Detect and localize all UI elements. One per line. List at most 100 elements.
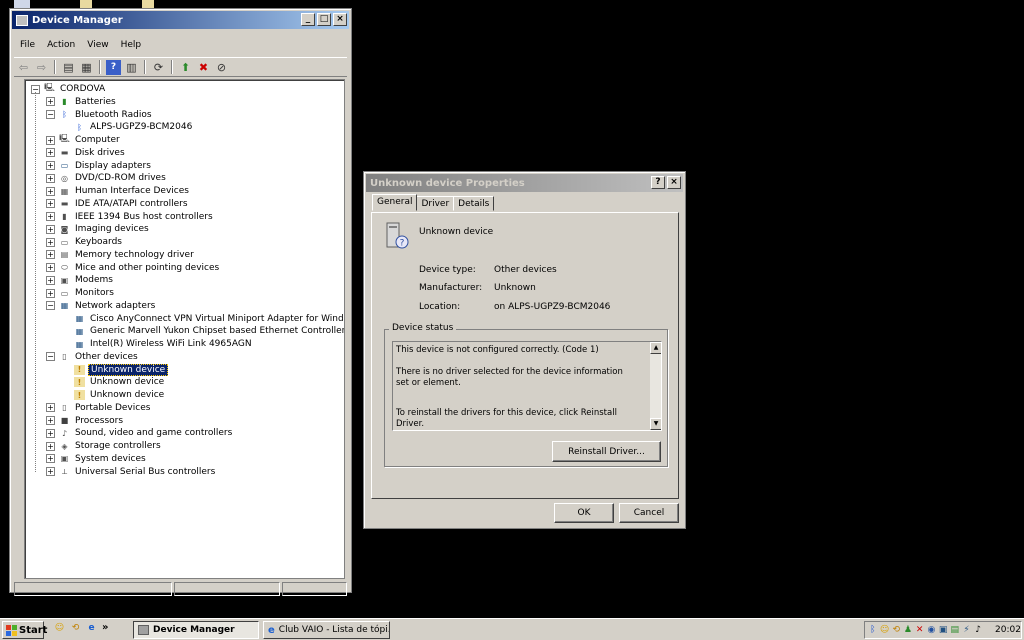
expand-icon[interactable]: + [46,148,55,158]
back-icon[interactable]: ⇦ [16,60,31,75]
quick-launch-more[interactable]: » [102,622,108,633]
tree-item[interactable]: + ⬭ Mice and other pointing devices [46,262,221,274]
device-manager-titlebar[interactable]: Device Manager _ □ × [12,11,349,29]
tab-details[interactable]: Details [453,196,495,211]
sync-icon[interactable]: ⟲ [70,622,81,633]
safely-remove-icon[interactable]: ▤ [950,625,960,636]
tree-item[interactable]: + ◙ Imaging devices [46,223,151,235]
tab-general[interactable]: General [372,194,418,211]
tree-item[interactable]: + 🖳 Computer [46,134,122,146]
expand-icon[interactable]: + [46,135,55,145]
expand-icon[interactable]: + [46,237,55,247]
tree-item[interactable]: + ▯ Portable Devices [46,402,152,414]
maximize-button[interactable]: □ [317,13,331,26]
view-icon[interactable]: ▥ [124,60,139,75]
tree-item[interactable]: + ▣ Modems [46,274,115,286]
expand-icon[interactable]: + [46,428,55,438]
collapse-icon[interactable]: − [46,301,55,311]
tree-item[interactable]: + ▭ Monitors [46,287,116,299]
expand-icon[interactable]: + [46,416,55,425]
status-scrollbar[interactable]: ▲ ▼ [649,342,661,430]
properties-icon[interactable]: ▦ [79,60,94,75]
menu-file[interactable]: File [14,39,41,51]
scan-icon[interactable]: ⟳ [151,60,166,75]
expand-icon[interactable]: + [46,288,55,298]
power-icon[interactable]: ⚡ [962,625,972,636]
clock[interactable]: 20:02 [995,625,1021,635]
tree-item[interactable]: + ▮ IEEE 1394 Bus host controllers [46,211,215,223]
tree-item[interactable]: ▦ Cisco AnyConnect VPN Virtual Miniport A… [61,313,344,325]
tree-item[interactable]: ᛒ ALPS-UGPZ9-BCM2046 [61,121,194,133]
start-button[interactable]: Start [2,621,47,639]
update-driver-icon[interactable]: ⬆ [178,60,193,75]
desktop-icon[interactable] [142,0,154,8]
internet-explorer-icon[interactable]: e [86,622,97,633]
tree-item[interactable]: + ▭ Keyboards [46,236,124,248]
tab-driver[interactable]: Driver [416,196,455,211]
device-status-text[interactable]: This device is not configured correctly.… [392,341,662,431]
tree-item[interactable]: + ▤ Memory technology driver [46,249,196,261]
reinstall-driver-button[interactable]: Reinstall Driver... [552,441,661,462]
expand-icon[interactable]: + [46,454,55,464]
device-tree[interactable]: − 🖳 CORDOVA + ▮ Batteries − ᛒ Bluetooth Radios ᛒ A… [24,79,345,579]
expand-icon[interactable]: + [46,467,55,476]
tree-item[interactable]: − ᛒ Bluetooth Radios [46,109,154,121]
collapse-icon[interactable]: − [46,352,55,362]
messenger-icon[interactable]: ☺ [880,625,890,636]
tree-item[interactable]: + ♪ Sound, video and game controllers [46,427,234,439]
help-button[interactable]: ? [651,176,665,189]
expand-icon[interactable]: + [46,224,55,234]
expand-icon[interactable]: + [46,441,55,451]
bluetooth-icon[interactable]: ᛒ [868,625,878,636]
uninstall-icon[interactable]: ✖ [196,60,211,75]
ok-button[interactable]: OK [554,503,614,523]
tree-item[interactable]: + ▬ Disk drives [46,147,127,159]
network-icon[interactable]: ▣ [938,625,948,636]
sync-icon[interactable]: ⟲ [891,625,901,636]
volume-icon[interactable]: ♪ [973,625,983,636]
up-icon[interactable]: ▤ [61,60,76,75]
tree-item[interactable]: − 🖳 CORDOVA [31,83,107,95]
expand-icon[interactable]: + [46,250,55,260]
close-button[interactable]: × [333,13,347,26]
tree-item[interactable]: − ▦ Network adapters [46,300,157,312]
tree-item[interactable]: ! Unknown device [61,376,166,388]
menu-help[interactable]: Help [115,39,148,51]
expand-icon[interactable]: + [46,173,55,183]
expand-icon[interactable]: + [46,263,55,272]
security-icon[interactable]: ✕ [915,625,925,636]
scroll-up-icon[interactable]: ▲ [650,342,661,354]
disable-icon[interactable]: ⊘ [214,60,229,75]
tree-item[interactable]: + ▬ IDE ATA/ATAPI controllers [46,198,190,210]
taskbar-club-vaio[interactable]: e Club VAIO - Lista de tópi... [263,621,390,639]
tree-item[interactable]: + ⟂ Universal Serial Bus controllers [46,466,217,478]
expand-icon[interactable]: + [46,275,55,285]
tree-item[interactable]: + ▣ System devices [46,453,148,465]
vpn-icon[interactable]: ◉ [927,625,937,636]
tree-item[interactable]: ! Unknown device [61,389,166,401]
tree-item[interactable]: ▦ Intel(R) Wireless WiFi Link 4965AGN [61,338,254,350]
desktop-icon[interactable] [80,0,92,8]
expand-icon[interactable]: + [46,199,55,209]
tree-item[interactable]: + ◎ DVD/CD-ROM drives [46,172,168,184]
collapse-icon[interactable]: − [46,110,55,119]
tree-item[interactable]: ▦ Generic Marvell Yukon Chipset based Eth… [61,325,344,337]
tree-item[interactable]: + ■ Processors [46,415,125,427]
dialog-close-button[interactable]: × [667,176,681,189]
messenger-icon[interactable]: ☺ [54,622,65,633]
dialog-titlebar[interactable]: Unknown device Properties ? × [366,174,683,192]
taskbar-device-manager[interactable]: Device Manager [133,621,259,639]
menu-action[interactable]: Action [41,39,81,51]
minimize-button[interactable]: _ [301,13,315,26]
expand-icon[interactable]: + [46,212,55,221]
expand-icon[interactable]: + [46,161,55,170]
expand-icon[interactable]: + [46,97,55,107]
expand-icon[interactable]: + [46,186,55,196]
tree-item[interactable]: + ▮ Batteries [46,96,118,108]
cancel-button[interactable]: Cancel [619,503,679,523]
tree-item[interactable]: − ▯ Other devices [46,351,140,363]
tree-item[interactable]: + ▭ Display adapters [46,160,153,172]
people-icon[interactable]: ♟ [903,625,913,636]
expand-icon[interactable]: + [46,403,55,413]
menu-view[interactable]: View [81,39,114,51]
